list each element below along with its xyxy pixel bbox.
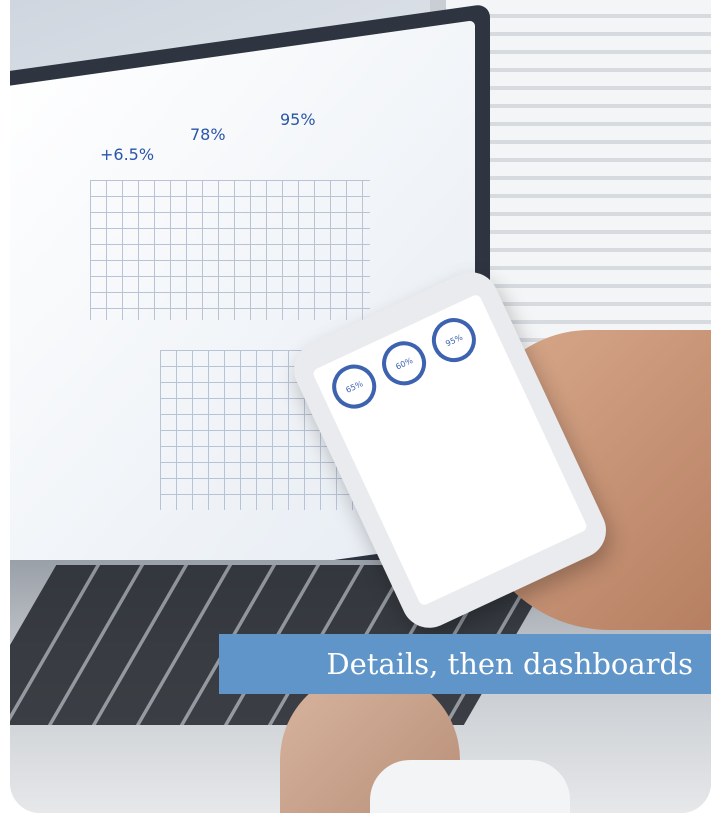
ring-chart-2: 60% (374, 334, 434, 393)
line-chart-grid (90, 180, 370, 320)
kpi-value-3: 95% (280, 110, 316, 129)
ring-chart-3: 95% (424, 310, 484, 370)
caption-banner: Details, then dashboards (219, 634, 711, 694)
kpi-value-2: 78% (190, 125, 226, 144)
shirt-sleeve (370, 760, 570, 813)
ring-chart-1: 65% (324, 357, 384, 416)
kpi-value-1: +6.5% (100, 145, 155, 164)
